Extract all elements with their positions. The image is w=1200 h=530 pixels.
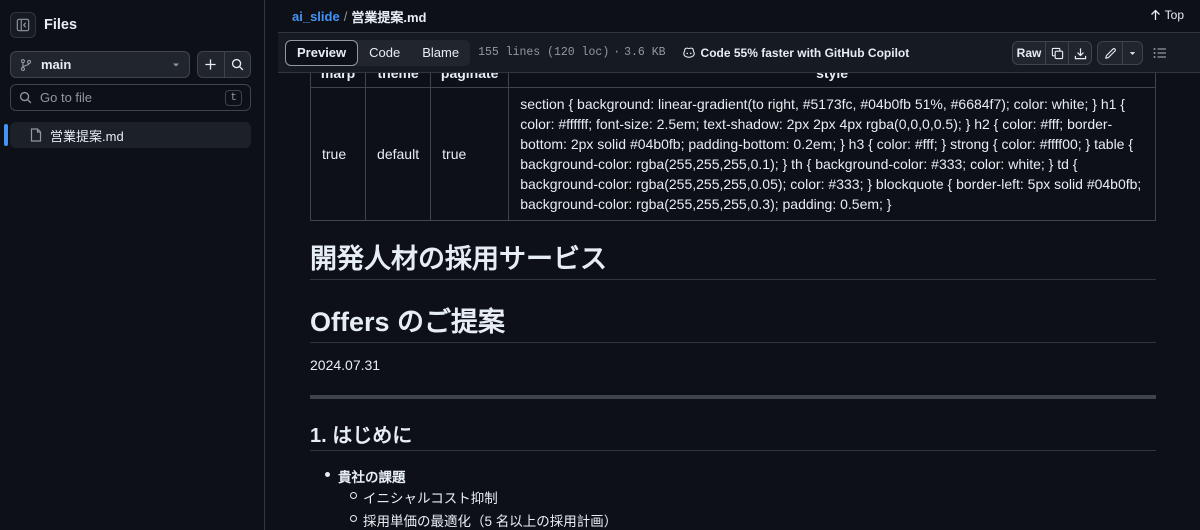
branch-selector[interactable]: main [10,51,190,78]
table-header-marp: marp [310,73,367,88]
git-branch-icon [20,58,32,71]
frontmatter-table: marp theme paginate style true default t… [310,73,1156,221]
caret-down-icon [173,63,179,66]
edit-options-dropdown[interactable] [1122,42,1142,64]
file-view: ai_slide / 営業提案.md Top Preview Code Blam… [278,0,1200,530]
caret-down-icon [1129,51,1136,55]
copilot-promo-link[interactable]: Code 55% faster with GitHub Copilot [682,45,910,60]
sidebar-header: Files [10,11,77,39]
date-paragraph: 2024.07.31 [310,357,381,373]
branch-name: main [41,57,72,72]
table-cell: true [430,87,510,221]
file-toolbar: Preview Code Blame 155 lines (120 loc) · 3… [278,33,1200,73]
tab-blame[interactable]: Blame [411,40,470,66]
breadcrumb-repo-link[interactable]: ai_slide [292,9,340,24]
copy-icon [1051,47,1063,59]
keyboard-shortcut-hint: t [225,89,242,106]
file-meta: 155 lines (120 loc) · 3.6 KB [478,46,665,59]
file-name: 営業提案.md [50,128,124,144]
copilot-promo-text: Code 55% faster with GitHub Copilot [700,45,910,60]
file-size: 3.6 KB [624,46,666,59]
raw-button[interactable]: Raw [1013,42,1045,64]
table-cell: default [365,87,432,221]
list-icon [1153,48,1166,58]
table-cell: true [310,87,367,221]
top-button-label: Top [1164,8,1184,22]
sidebar-title: Files [44,17,78,33]
list-item: イニシャルコスト抑制 [350,487,498,507]
tree-item-file[interactable]: 営業提案.md [4,122,251,148]
heading-1: 開発人材の採用サービス [310,237,1156,280]
copilot-icon [682,47,695,58]
edit-button[interactable] [1098,42,1122,64]
download-icon [1074,47,1086,59]
file-actions-group: Raw [1012,41,1092,65]
table-header-paginate: paginate [430,73,510,88]
line-count: 155 lines (120 loc) [478,46,610,59]
go-to-file-placeholder: Go to file [40,90,93,105]
add-file-button[interactable] [198,52,224,77]
outline-button[interactable] [1152,45,1168,61]
edit-actions-group [1097,41,1143,65]
heading-1: Offers のご提案 [310,300,1156,343]
file-header: ai_slide / 営業提案.md Top [278,0,1200,33]
copy-raw-button[interactable] [1045,42,1068,64]
tab-preview[interactable]: Preview [285,39,359,66]
table-row: true default true section { background: … [310,87,1156,221]
breadcrumb-file: 営業提案.md [351,9,427,25]
table-header-theme: theme [365,73,432,88]
breadcrumb-separator: / [343,8,348,24]
selected-indicator [4,124,8,146]
view-mode-tabs: Preview Code Blame [285,39,471,66]
search-icon [231,58,244,71]
tab-code[interactable]: Code [358,40,411,66]
table-header-style: style [508,73,1156,88]
horizontal-rule [310,395,1156,399]
file-icon [30,128,42,142]
download-button[interactable] [1068,42,1091,64]
file-tree-sidebar: Files main Go to file t 営業提案.md [0,0,265,530]
meta-separator: · [613,46,621,59]
heading-2: 1. はじめに [310,419,1156,451]
search-files-button[interactable] [223,52,251,77]
arrow-up-icon [1150,9,1160,20]
search-icon [19,91,32,104]
pencil-icon [1104,47,1116,59]
go-to-file-input[interactable]: Go to file t [10,84,251,111]
list-item: 貴社の課題 [325,466,406,486]
sidebar-actions [197,51,251,78]
top-button[interactable]: Top [1150,8,1184,22]
markdown-preview: marp theme paginate style true default t… [310,73,1156,530]
collapse-sidebar-button[interactable] [10,12,36,38]
list-item: 採用単価の最適化（5 名以上の採用計画） [349,510,617,530]
sidebar-collapse-icon [16,18,30,32]
plus-icon [205,59,216,70]
table-cell-style: section { background: linear-gradient(to… [508,87,1156,221]
